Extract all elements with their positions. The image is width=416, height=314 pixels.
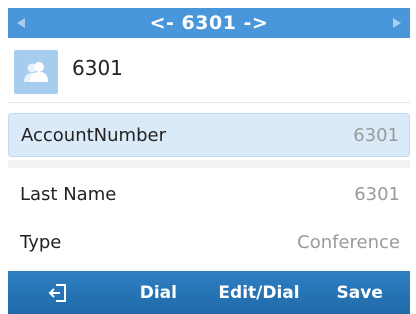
avatar [14, 50, 58, 94]
softkey-bar: Dial Edit/Dial Save [8, 271, 410, 314]
title-bar: <- 6301 -> [8, 8, 410, 38]
page-title: <- 6301 -> [149, 12, 269, 34]
caret-right-icon [393, 18, 401, 28]
next-contact-button[interactable] [384, 8, 410, 38]
dial-button[interactable]: Dial [108, 271, 209, 314]
field-type[interactable]: Type Conference [8, 220, 410, 264]
field-account-number[interactable]: AccountNumber 6301 [8, 113, 410, 157]
section-divider [8, 160, 410, 168]
field-value: Conference [297, 231, 400, 253]
field-last-name[interactable]: Last Name 6301 [8, 172, 410, 216]
field-label: Type [20, 231, 62, 253]
caret-left-icon [17, 18, 25, 28]
contact-detail-screen: <- 6301 -> 6301 AccountNumber 6301 Last … [0, 0, 416, 314]
previous-contact-button[interactable] [8, 8, 34, 38]
person-silhouette-icon [24, 62, 48, 82]
contact-name: 6301 [72, 56, 123, 80]
field-label: AccountNumber [21, 124, 166, 146]
edit-dial-button[interactable]: Edit/Dial [209, 271, 310, 314]
exit-icon [48, 283, 66, 302]
field-value: 6301 [354, 183, 400, 205]
contact-summary: 6301 [8, 42, 410, 103]
field-value: 6301 [353, 124, 399, 146]
back-button[interactable] [8, 271, 108, 314]
save-button[interactable]: Save [309, 271, 410, 314]
field-label: Last Name [20, 183, 117, 205]
